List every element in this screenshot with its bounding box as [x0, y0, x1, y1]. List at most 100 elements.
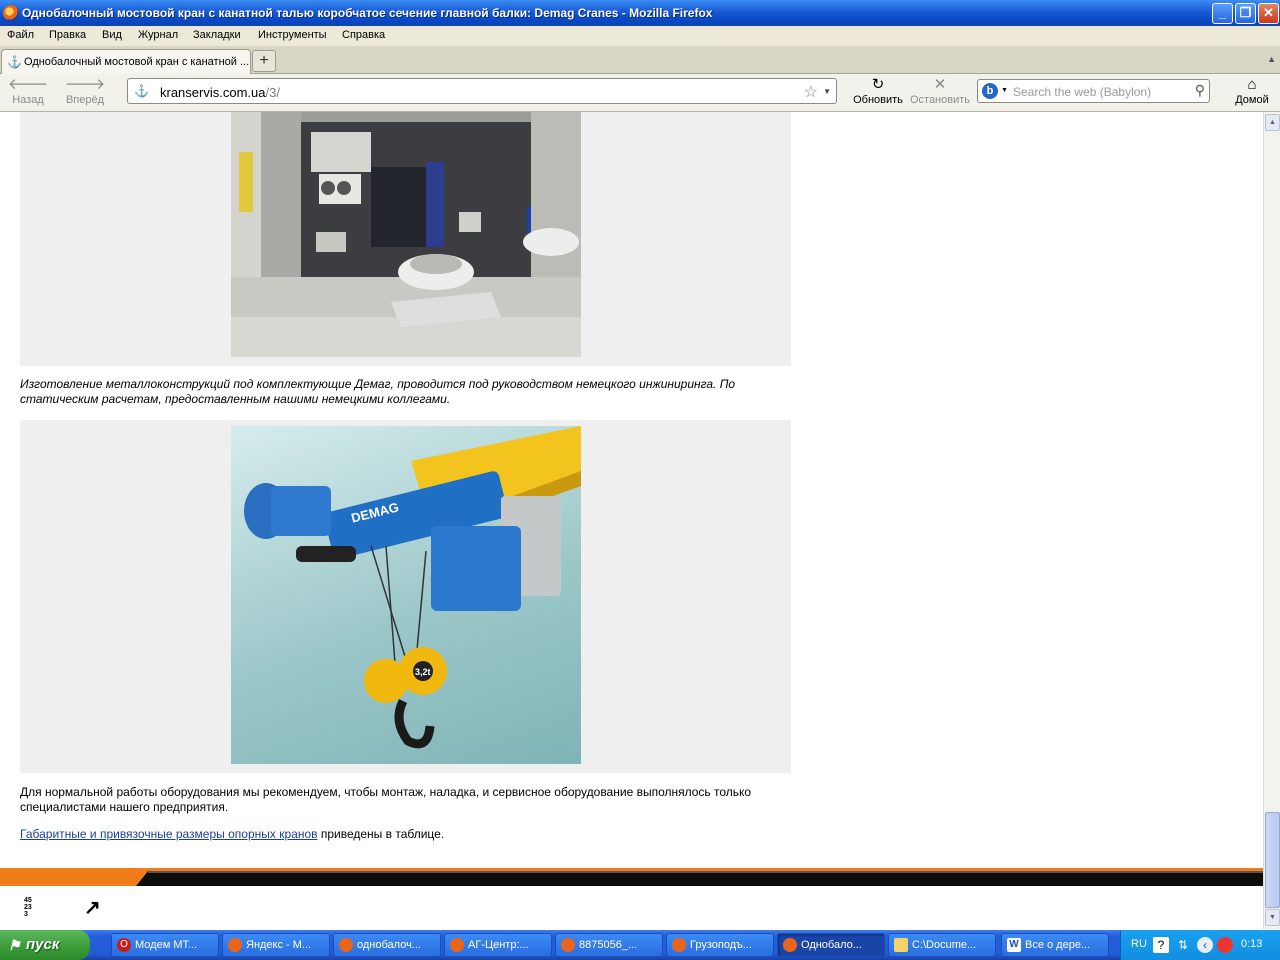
- vertical-scrollbar[interactable]: ▲ ▼: [1263, 112, 1280, 929]
- language-indicator[interactable]: RU: [1131, 938, 1147, 950]
- taskbar-item-label: однобалоч...: [357, 939, 421, 951]
- firefox-icon: [3, 5, 19, 21]
- firefox-icon: [561, 938, 575, 952]
- taskbar-item-label: Яндекс - М...: [246, 939, 312, 951]
- firefox-icon: [450, 938, 464, 952]
- demag-hoist-photo: DEMAG 3,2t: [231, 426, 581, 764]
- new-tab-button[interactable]: +: [252, 50, 276, 72]
- back-label: Назад: [12, 94, 44, 106]
- scroll-down-icon[interactable]: ▼: [1265, 909, 1280, 926]
- help-icon[interactable]: ?: [1153, 937, 1169, 953]
- stop-button[interactable]: ✕ Остановить: [908, 76, 972, 106]
- taskbar-item[interactable]: C:\Docume...: [888, 933, 996, 957]
- photo-frame-top: [20, 112, 791, 366]
- home-button[interactable]: ⌂ Домой: [1232, 76, 1272, 106]
- crane-hook-icon: ⚓: [7, 55, 22, 69]
- taskbar-item-label: Грузоподъ...: [690, 939, 752, 951]
- hoist-capacity-label: 3,2t: [415, 667, 431, 677]
- taskbar-item[interactable]: W Все о дере...: [1001, 933, 1109, 957]
- search-input[interactable]: Search the web (Babylon): [1013, 85, 1151, 99]
- scroll-up-icon[interactable]: ▲: [1265, 114, 1280, 131]
- word-icon: W: [1007, 938, 1021, 952]
- minimize-button[interactable]: _: [1212, 3, 1233, 24]
- clock: 0:13: [1241, 938, 1263, 950]
- back-arrow-icon: 🡐: [8, 76, 49, 93]
- taskbar-item-label: Модем МТ...: [135, 939, 198, 951]
- menu-history[interactable]: Журнал: [138, 29, 178, 41]
- taskbar-item-label: Все о дере...: [1025, 939, 1091, 951]
- taskbar-item[interactable]: Яндекс - М...: [222, 933, 330, 957]
- search-engine-dropdown-icon[interactable]: ▼: [1001, 87, 1008, 94]
- dimensions-line: Габаритные и привязочные размеры опорных…: [20, 827, 780, 842]
- taskbar-item[interactable]: Грузоподъ...: [666, 933, 774, 957]
- start-label: пуск: [26, 936, 60, 953]
- menu-bookmarks[interactable]: Закладки: [193, 29, 241, 41]
- installation-paragraph: Для нормальной работы оборудования мы ре…: [20, 785, 752, 814]
- forward-button[interactable]: 🡒 Вперёд: [62, 76, 108, 106]
- footer-stripe: [0, 868, 1263, 886]
- menu-tools[interactable]: Инструменты: [258, 29, 327, 41]
- control-cabinet-photo: [231, 112, 581, 357]
- forward-arrow-icon: 🡒: [64, 76, 106, 93]
- tab-label: Однобалочный мостовой кран с канатной ..…: [24, 56, 249, 68]
- taskbar-item-label: C:\Docume...: [912, 939, 977, 951]
- taskbar-item[interactable]: однобалоч...: [333, 933, 441, 957]
- taskbar-item[interactable]: 8875056_...: [555, 933, 663, 957]
- stop-icon: ✕: [933, 76, 947, 93]
- reload-label: Обновить: [853, 94, 903, 106]
- network-icon[interactable]: ⇅: [1175, 937, 1191, 953]
- menu-bar: Файл Правка Вид Журнал Закладки Инструме…: [0, 26, 1280, 46]
- taskbar-item[interactable]: O Модем МТ...: [111, 933, 219, 957]
- windows-flag-icon: ⚑: [8, 937, 21, 953]
- firefox-icon: [339, 938, 353, 952]
- taskbar: ⚑ пуск O Модем МТ... Яндекс - М... одноб…: [0, 930, 1280, 960]
- tab-list-arrow-icon[interactable]: ▲: [1267, 54, 1276, 64]
- footer-logo-line: 23: [24, 904, 32, 911]
- taskbar-item-active[interactable]: Однобало...: [777, 933, 885, 957]
- firefox-icon: [672, 938, 686, 952]
- window-title: Однобалочный мостовой кран с канатной та…: [22, 6, 713, 20]
- caption-metal-structures: Изготовление металлоконструкций под комп…: [20, 377, 736, 406]
- stop-label: Остановить: [909, 94, 971, 106]
- menu-file[interactable]: Файл: [7, 29, 34, 41]
- opera-icon: O: [117, 938, 131, 952]
- arrow-up-right-icon[interactable]: ↗: [84, 895, 101, 920]
- firefox-icon: [783, 938, 797, 952]
- start-button[interactable]: ⚑ пуск: [0, 930, 90, 960]
- taskbar-item-label: Однобало...: [801, 939, 862, 951]
- home-icon: ⌂: [1247, 76, 1257, 93]
- browser-window: Однобалочный мостовой кран с канатной та…: [0, 0, 1280, 930]
- title-bar[interactable]: Однобалочный мостовой кран с канатной та…: [0, 0, 1280, 26]
- maximize-button[interactable]: ❐: [1235, 3, 1256, 24]
- dimensions-link[interactable]: Габаритные и привязочные размеры опорных…: [20, 827, 318, 841]
- firefox-icon: [228, 938, 242, 952]
- taskbar-item-label: 8875056_...: [579, 939, 638, 951]
- tray-back-arrow-icon[interactable]: ‹: [1197, 937, 1213, 953]
- home-label: Домой: [1235, 94, 1269, 106]
- tab-active[interactable]: ⚓ Однобалочный мостовой кран с канатной …: [1, 49, 251, 74]
- back-button[interactable]: 🡐 Назад: [8, 76, 48, 106]
- address-bar[interactable]: ⚓ kranservis.com.ua/3/ ☆ ▼: [127, 78, 837, 104]
- page-viewport: Изготовление металлоконструкций под комп…: [0, 112, 1263, 929]
- reload-button[interactable]: ↻ Обновить: [852, 76, 904, 106]
- opera-tray-icon[interactable]: [1217, 937, 1233, 953]
- footer-logo[interactable]: 45 23 3: [24, 897, 32, 918]
- url-text: kranservis.com.ua/3/: [160, 85, 280, 100]
- site-favicon-icon: ⚓: [134, 84, 149, 98]
- magnifier-icon[interactable]: ⚲: [1195, 82, 1205, 99]
- scrollbar-thumb[interactable]: [1265, 812, 1280, 908]
- bookmark-star-icon[interactable]: ☆: [804, 82, 818, 102]
- dimensions-suffix: приведены в таблице.: [317, 827, 445, 841]
- taskbar-item[interactable]: АГ-Центр:...: [444, 933, 552, 957]
- forward-label: Вперёд: [65, 94, 105, 106]
- footer-logo-line: 3: [24, 911, 28, 918]
- url-dropdown-icon[interactable]: ▼: [823, 87, 831, 96]
- search-box[interactable]: b ▼ Search the web (Babylon) ⚲: [977, 79, 1210, 103]
- menu-help[interactable]: Справка: [342, 29, 385, 41]
- tab-bar: ⚓ Однобалочный мостовой кран с канатной …: [0, 46, 1280, 74]
- taskbar-item-label: АГ-Центр:...: [468, 939, 529, 951]
- menu-view[interactable]: Вид: [102, 29, 122, 41]
- babylon-icon[interactable]: b: [982, 83, 998, 99]
- close-button[interactable]: ✕: [1258, 3, 1279, 24]
- menu-edit[interactable]: Правка: [49, 29, 86, 41]
